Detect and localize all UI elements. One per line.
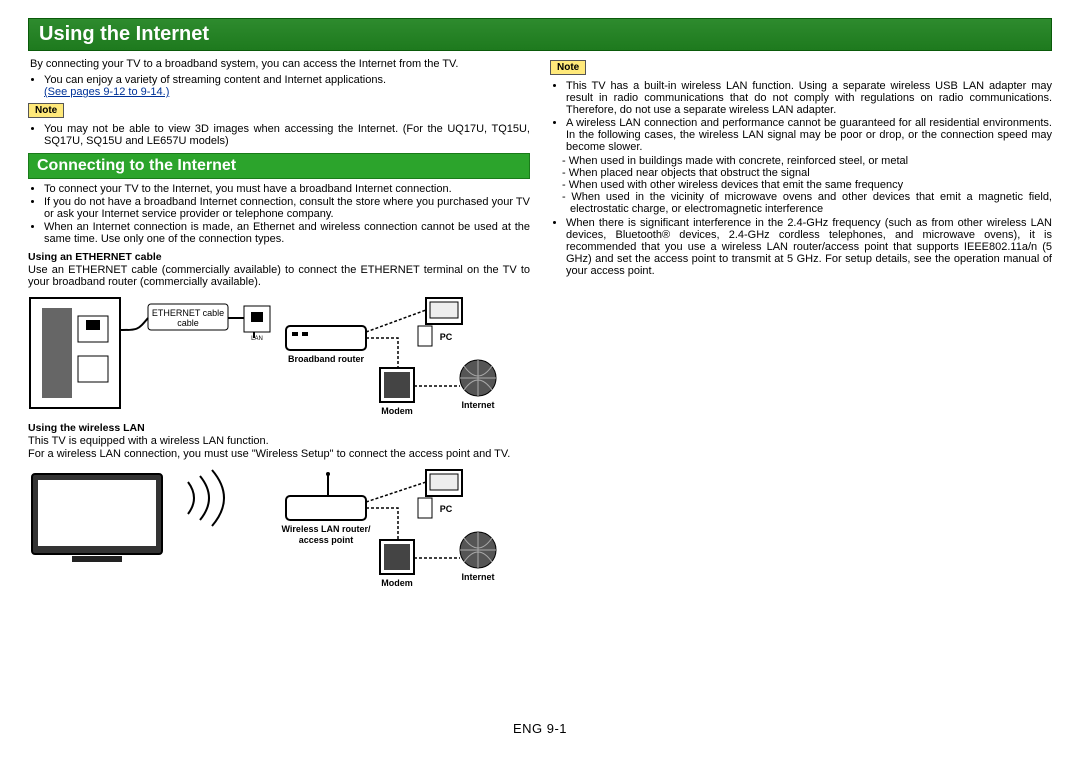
dash-4: - When used in the vicinity of microwave… bbox=[562, 191, 1052, 215]
wlan-body2: For a wireless LAN connection, you must … bbox=[28, 448, 530, 460]
label-pc2: PC bbox=[440, 504, 453, 514]
dash-2: - When placed near objects that obstruct… bbox=[562, 167, 1052, 179]
label-internet: Internet bbox=[461, 400, 494, 410]
conn-b2: If you do not have a broadband Internet … bbox=[44, 196, 530, 220]
label-modem: Modem bbox=[381, 406, 413, 416]
left-column: By connecting your TV to a broadband sys… bbox=[28, 57, 530, 592]
ethernet-diagram: ETHERNET cable cable LAN Broadband route… bbox=[28, 296, 530, 416]
svg-text:cable: cable bbox=[177, 318, 199, 328]
label-access-point: access point bbox=[299, 535, 354, 545]
note2-b2: A wireless LAN connection and performanc… bbox=[566, 117, 1052, 153]
wireless-diagram: Wireless LAN router/ access point Modem … bbox=[28, 468, 530, 588]
label-wlan-router: Wireless LAN router/ bbox=[282, 524, 371, 534]
wlan-body1: This TV is equipped with a wireless LAN … bbox=[28, 435, 530, 447]
see-pages-link[interactable]: (See pages 9-12 to 9-14.) bbox=[44, 86, 169, 98]
note1-list: You may not be able to view 3D images wh… bbox=[28, 123, 530, 147]
label-router: Broadband router bbox=[288, 354, 365, 364]
section-title: Using the Internet bbox=[28, 18, 1052, 51]
note-badge: Note bbox=[28, 103, 64, 118]
label-internet2: Internet bbox=[461, 572, 494, 582]
subsection-title: Connecting to the Internet bbox=[28, 153, 530, 179]
note2-list2: When there is significant interference i… bbox=[550, 217, 1052, 277]
conn-b1: To connect your TV to the Internet, you … bbox=[44, 183, 530, 195]
label-modem2: Modem bbox=[381, 578, 413, 588]
note2-list1: This TV has a built-in wireless LAN func… bbox=[550, 80, 1052, 153]
ethernet-subhead: Using an ETHERNET cable bbox=[28, 251, 530, 263]
dash-3: - When used with other wireless devices … bbox=[562, 179, 1052, 191]
label-pc: PC bbox=[440, 332, 453, 342]
connecting-bullets: To connect your TV to the Internet, you … bbox=[28, 183, 530, 245]
note2-b3: When there is significant interference i… bbox=[566, 217, 1052, 277]
conn-b3: When an Internet connection is made, an … bbox=[44, 221, 530, 245]
intro-bullet-1: You can enjoy a variety of streaming con… bbox=[44, 74, 386, 86]
note2-badge: Note bbox=[550, 60, 586, 75]
note2-dashes: - When used in buildings made with concr… bbox=[550, 155, 1052, 215]
intro-text: By connecting your TV to a broadband sys… bbox=[28, 58, 530, 72]
note2-b1: This TV has a built-in wireless LAN func… bbox=[566, 80, 1052, 116]
dash-1: - When used in buildings made with concr… bbox=[562, 155, 1052, 167]
label-lan: LAN bbox=[251, 336, 263, 342]
wlan-subhead: Using the wireless LAN bbox=[28, 422, 530, 434]
ethernet-body: Use an ETHERNET cable (commercially avai… bbox=[28, 264, 530, 288]
label-ethernet: ETHERNET cable bbox=[152, 308, 224, 318]
page-number: ENG 9-1 bbox=[0, 721, 1080, 736]
right-column: Note This TV has a built-in wireless LAN… bbox=[550, 57, 1052, 592]
note1-item: You may not be able to view 3D images wh… bbox=[44, 123, 530, 147]
intro-bullets: You can enjoy a variety of streaming con… bbox=[28, 74, 530, 98]
